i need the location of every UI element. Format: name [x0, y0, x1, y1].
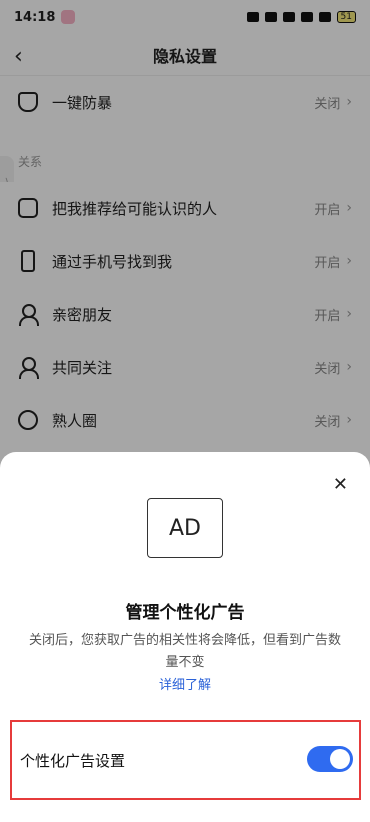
setting-label: 个性化广告设置: [20, 752, 126, 770]
ad-icon: AD: [147, 498, 223, 558]
sheet-title: 管理个性化广告: [125, 603, 245, 623]
toggle-knob: [330, 749, 350, 769]
ad-settings-sheet: ✕ AD 管理个性化广告 关闭后，您获取广告的相关性将会降低，但看到广告数量不变…: [0, 452, 370, 822]
learn-more-link[interactable]: 详细了解: [0, 674, 370, 693]
personalized-ad-toggle[interactable]: [307, 746, 353, 772]
close-icon[interactable]: ✕: [333, 474, 348, 495]
personalized-ad-setting-row: 个性化广告设置: [10, 720, 361, 800]
sheet-description: 关闭后，您获取广告的相关性将会降低，但看到广告数量不变: [28, 633, 341, 670]
